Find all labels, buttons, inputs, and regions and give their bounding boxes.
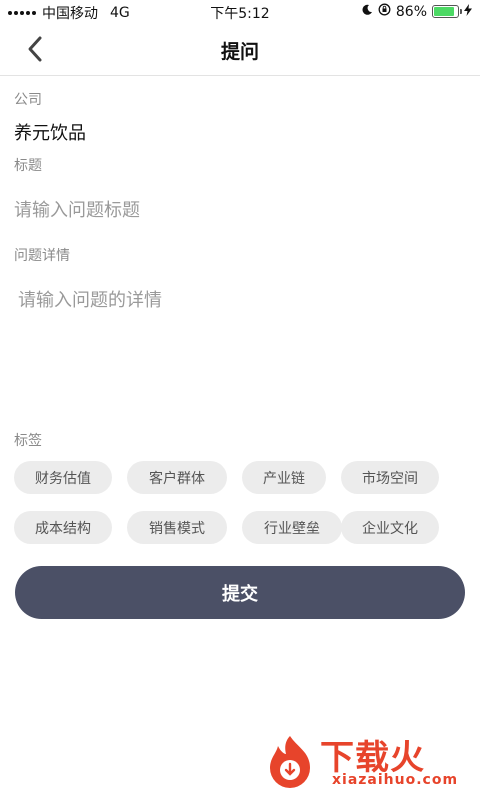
tag-industry-barrier[interactable]: 行业壁垒 [242, 511, 342, 544]
page-title: 提问 [220, 41, 259, 63]
charging-icon [464, 3, 472, 20]
status-bar: 中国移动 4G 下午5:12 86% [0, 0, 480, 24]
tag-market-space[interactable]: 市场空间 [341, 461, 439, 494]
tag-cost-structure[interactable]: 成本结构 [14, 511, 112, 544]
status-right: 86% [361, 3, 472, 20]
tag-industry-chain[interactable]: 产业链 [242, 461, 326, 494]
company-value: 养元饮品 [14, 123, 86, 144]
watermark-url: xiazaihuo.com [332, 772, 459, 788]
title-input[interactable] [14, 197, 466, 223]
submit-button[interactable]: 提交 [15, 566, 465, 619]
tag-sales-model[interactable]: 销售模式 [127, 511, 227, 544]
tag-financial-valuation[interactable]: 财务估值 [14, 461, 112, 494]
tag-corporate-culture[interactable]: 企业文化 [341, 511, 439, 544]
tags-label: 标签 [14, 433, 42, 449]
orientation-lock-icon [378, 3, 391, 20]
tag-customer-group[interactable]: 客户群体 [127, 461, 227, 494]
flame-logo-icon [260, 732, 320, 798]
details-label: 问题详情 [14, 248, 70, 264]
moon-icon [361, 4, 373, 20]
tag-list: 财务估值 客户群体 产业链 市场空间 成本结构 销售模式 行业壁垒 企业文化 [14, 461, 466, 544]
battery-fill [434, 7, 454, 16]
title-label: 标题 [14, 158, 42, 174]
company-label: 公司 [14, 92, 42, 108]
nav-bar: 提问 [0, 24, 480, 76]
details-textarea[interactable] [18, 286, 470, 406]
watermark: 下载火 xiazaihuo.com [260, 732, 470, 794]
battery-icon [432, 5, 462, 18]
battery-percent: 86% [395, 3, 427, 20]
